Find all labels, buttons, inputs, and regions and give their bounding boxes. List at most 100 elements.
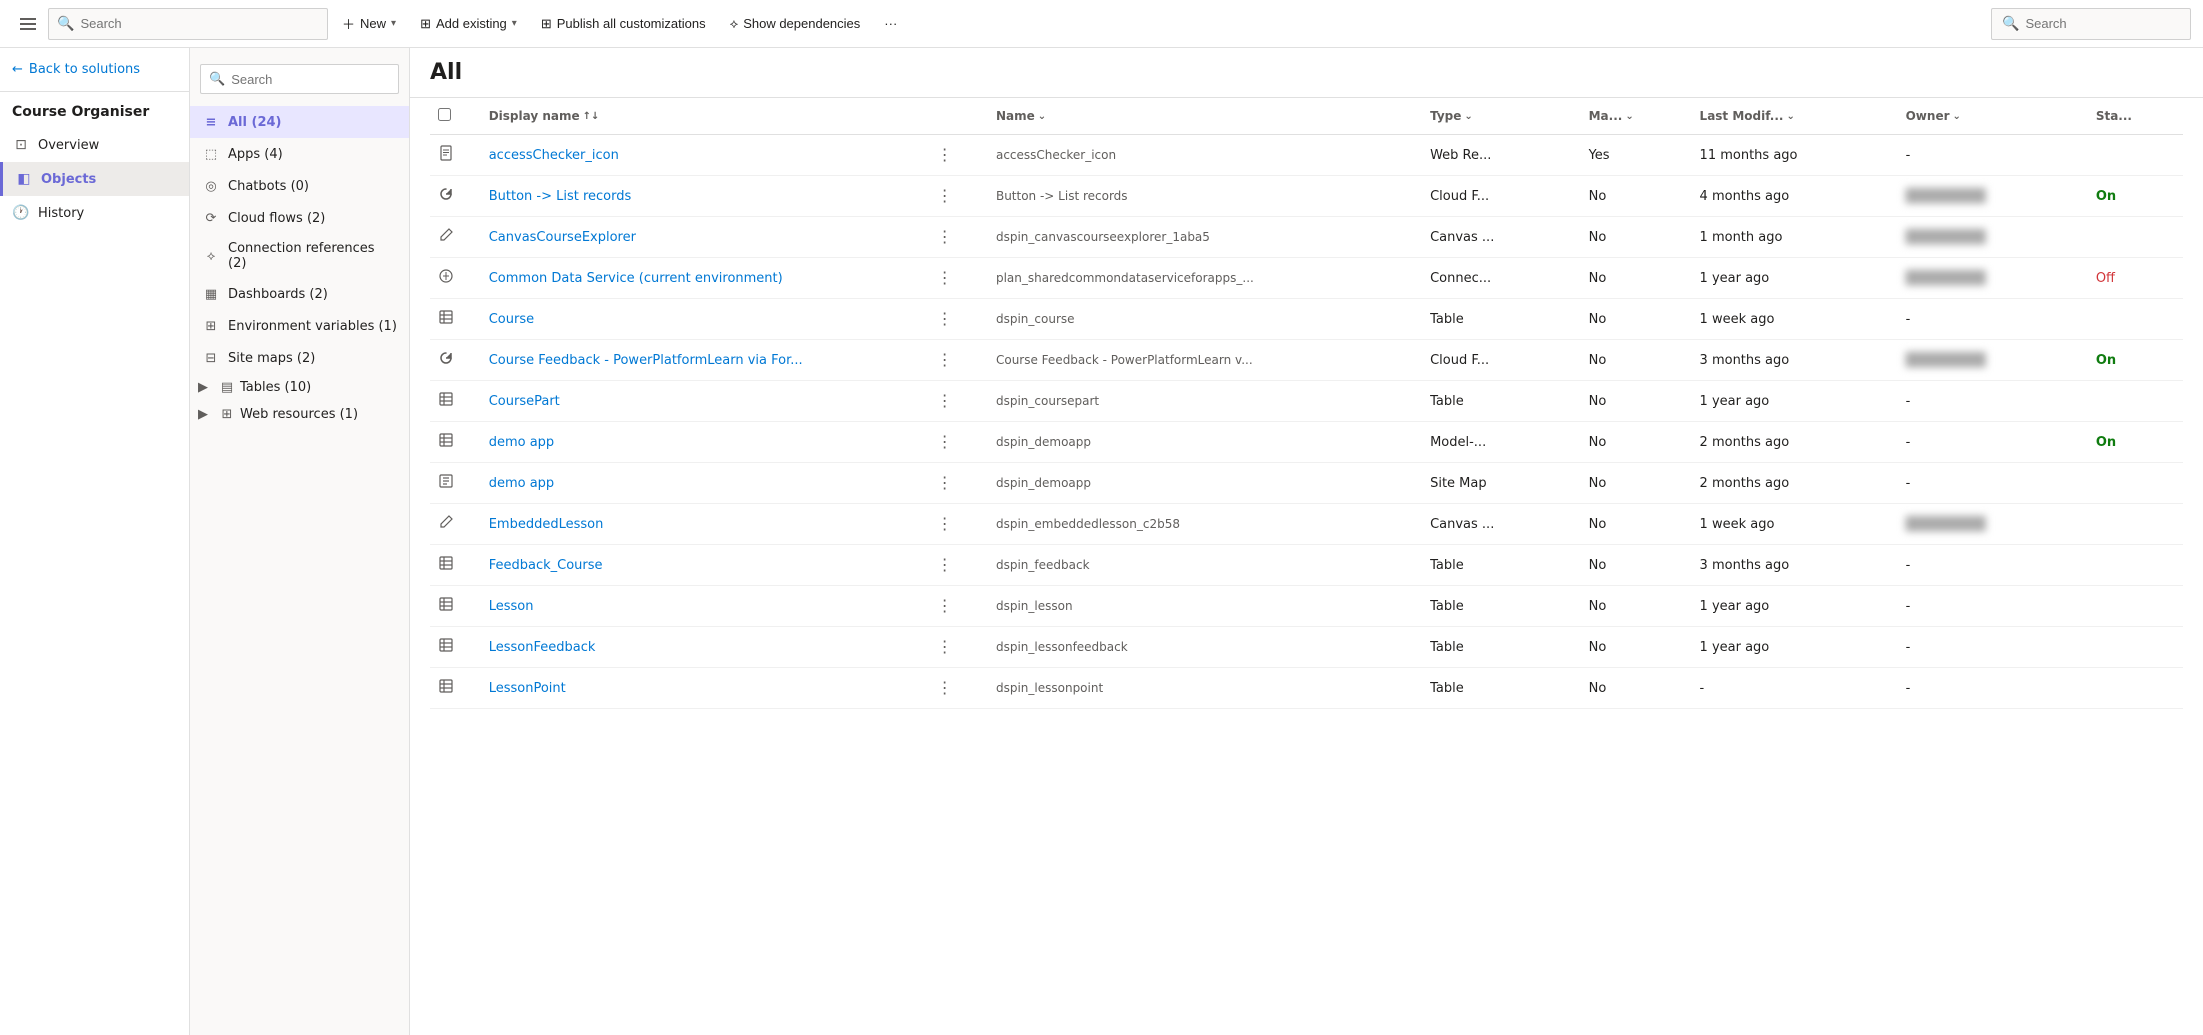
type-sort[interactable]: Type ⌄ xyxy=(1430,109,1473,123)
right-search-input[interactable] xyxy=(2025,16,2180,31)
row-type: Table xyxy=(1422,381,1581,422)
th-modified[interactable]: Last Modif... ⌄ xyxy=(1692,98,1898,135)
row-icon-cell xyxy=(430,463,481,504)
row-more-button[interactable]: ⋮ xyxy=(933,307,957,331)
row-more-button[interactable]: ⋮ xyxy=(933,594,957,618)
row-display-name[interactable]: LessonPoint xyxy=(481,668,925,709)
row-name: Button -> List records xyxy=(988,176,1422,217)
top-search-input[interactable] xyxy=(80,16,319,31)
th-managed[interactable]: Ma... ⌄ xyxy=(1581,98,1692,135)
display-name-sort[interactable]: Display name ↑↓ xyxy=(489,109,600,123)
row-type-icon xyxy=(438,314,454,329)
row-display-name[interactable]: CoursePart xyxy=(481,381,925,422)
hamburger-menu[interactable] xyxy=(12,8,44,40)
row-more-button[interactable]: ⋮ xyxy=(933,348,957,372)
sidebar-item-site-maps[interactable]: ⊟ Site maps (2) xyxy=(190,342,409,374)
table-row: Button -> List records ⋮ Button -> List … xyxy=(430,176,2183,217)
row-display-name[interactable]: Common Data Service (current environment… xyxy=(481,258,925,299)
sidebar-search-box[interactable]: 🔍 xyxy=(200,64,399,94)
row-display-name[interactable]: CanvasCourseExplorer xyxy=(481,217,925,258)
add-existing-icon: ⊞ xyxy=(420,16,431,32)
sidebar-item-chatbots[interactable]: ◎ Chatbots (0) xyxy=(190,170,409,202)
show-dependencies-button[interactable]: ⟡ Show dependencies xyxy=(720,8,871,40)
row-more-button[interactable]: ⋮ xyxy=(933,430,957,454)
table-row: EmbeddedLesson ⋮ dspin_embeddedlesson_c2… xyxy=(430,504,2183,545)
top-search-box[interactable]: 🔍 xyxy=(48,8,328,40)
row-display-name[interactable]: LessonFeedback xyxy=(481,627,925,668)
sidebar-item-all[interactable]: ≡ All (24) xyxy=(190,106,409,138)
row-more-button[interactable]: ⋮ xyxy=(933,143,957,167)
row-more-button[interactable]: ⋮ xyxy=(933,512,957,536)
row-status xyxy=(2088,545,2183,586)
th-name[interactable]: Name ⌄ xyxy=(988,98,1422,135)
modified-sort[interactable]: Last Modif... ⌄ xyxy=(1700,109,1795,123)
top-bar: 🔍 ＋ New ▾ ⊞ Add existing ▾ ⊞ Publish all… xyxy=(0,0,2203,48)
row-display-name[interactable]: Feedback_Course xyxy=(481,545,925,586)
row-more-button[interactable]: ⋮ xyxy=(933,635,957,659)
th-owner[interactable]: Owner ⌄ xyxy=(1898,98,2088,135)
row-modified: 1 week ago xyxy=(1692,504,1898,545)
sidebar-item-apps[interactable]: ⬚ Apps (4) xyxy=(190,138,409,170)
row-more-button[interactable]: ⋮ xyxy=(933,266,957,290)
row-managed: Yes xyxy=(1581,135,1692,176)
th-type[interactable]: Type ⌄ xyxy=(1422,98,1581,135)
th-more xyxy=(925,98,988,135)
row-more-button[interactable]: ⋮ xyxy=(933,471,957,495)
row-type-icon xyxy=(438,519,454,534)
row-name: plan_sharedcommondataserviceforapps_... xyxy=(988,258,1422,299)
row-more-button[interactable]: ⋮ xyxy=(933,553,957,577)
sidebar-item-cloud-flows[interactable]: ⟳ Cloud flows (2) xyxy=(190,202,409,234)
back-to-solutions-link[interactable]: ← Back to solutions xyxy=(0,48,189,92)
name-sort[interactable]: Name ⌄ xyxy=(996,109,1046,123)
row-managed: No xyxy=(1581,627,1692,668)
row-icon-cell xyxy=(430,545,481,586)
row-managed: No xyxy=(1581,340,1692,381)
row-owner: - xyxy=(1898,586,2088,627)
row-status: Off xyxy=(2088,258,2183,299)
page-title: All xyxy=(430,60,2183,85)
row-managed: No xyxy=(1581,299,1692,340)
sidebar-item-history[interactable]: 🕐 History xyxy=(0,196,189,230)
sidebar-item-connection-refs[interactable]: ⟡ Connection references (2) xyxy=(190,234,409,278)
row-display-name[interactable]: Lesson xyxy=(481,586,925,627)
connection-refs-icon: ⟡ xyxy=(202,247,220,265)
add-existing-button[interactable]: ⊞ Add existing ▾ xyxy=(410,8,527,40)
sidebar-item-overview[interactable]: ⊡ Overview xyxy=(0,128,189,162)
row-icon-cell xyxy=(430,217,481,258)
row-display-name[interactable]: accessChecker_icon xyxy=(481,135,925,176)
sidebar-item-tables[interactable]: ▶ ▤ Tables (10) xyxy=(190,374,409,401)
new-button[interactable]: ＋ New ▾ xyxy=(332,8,406,40)
row-display-name[interactable]: Course xyxy=(481,299,925,340)
sidebar-item-dashboards[interactable]: ▦ Dashboards (2) xyxy=(190,278,409,310)
owner-sort[interactable]: Owner ⌄ xyxy=(1906,109,1961,123)
row-display-name[interactable]: EmbeddedLesson xyxy=(481,504,925,545)
row-managed: No xyxy=(1581,463,1692,504)
row-name: dspin_demoapp xyxy=(988,463,1422,504)
row-display-name[interactable]: Course Feedback - PowerPlatformLearn via… xyxy=(481,340,925,381)
right-search-box[interactable]: 🔍 xyxy=(1991,8,2191,40)
row-owner: - xyxy=(1898,299,2088,340)
row-display-name[interactable]: Button -> List records xyxy=(481,176,925,217)
row-icon-cell xyxy=(430,586,481,627)
row-type-icon xyxy=(438,396,454,411)
row-more-button[interactable]: ⋮ xyxy=(933,184,957,208)
sidebar-item-objects[interactable]: ◧ Objects xyxy=(0,162,189,196)
th-display-name[interactable]: Display name ↑↓ xyxy=(481,98,925,135)
publish-button[interactable]: ⊞ Publish all customizations xyxy=(531,8,716,40)
row-display-name[interactable]: demo app xyxy=(481,463,925,504)
row-more-button[interactable]: ⋮ xyxy=(933,225,957,249)
sidebar-item-env-vars[interactable]: ⊞ Environment variables (1) xyxy=(190,310,409,342)
more-button[interactable]: ··· xyxy=(874,8,907,40)
row-display-name[interactable]: demo app xyxy=(481,422,925,463)
sidebar-search-input[interactable] xyxy=(231,72,390,87)
row-more-button[interactable]: ⋮ xyxy=(933,389,957,413)
sidebar-item-web-resources[interactable]: ▶ ⊞ Web resources (1) xyxy=(190,401,409,428)
row-more-cell: ⋮ xyxy=(925,545,988,586)
select-all-checkbox[interactable] xyxy=(438,108,451,121)
row-more-cell: ⋮ xyxy=(925,258,988,299)
row-more-button[interactable]: ⋮ xyxy=(933,676,957,700)
table-row: Course Feedback - PowerPlatformLearn via… xyxy=(430,340,2183,381)
managed-sort[interactable]: Ma... ⌄ xyxy=(1589,109,1634,123)
overview-label: Overview xyxy=(38,138,99,153)
managed-sort-icon: ⌄ xyxy=(1625,111,1633,122)
